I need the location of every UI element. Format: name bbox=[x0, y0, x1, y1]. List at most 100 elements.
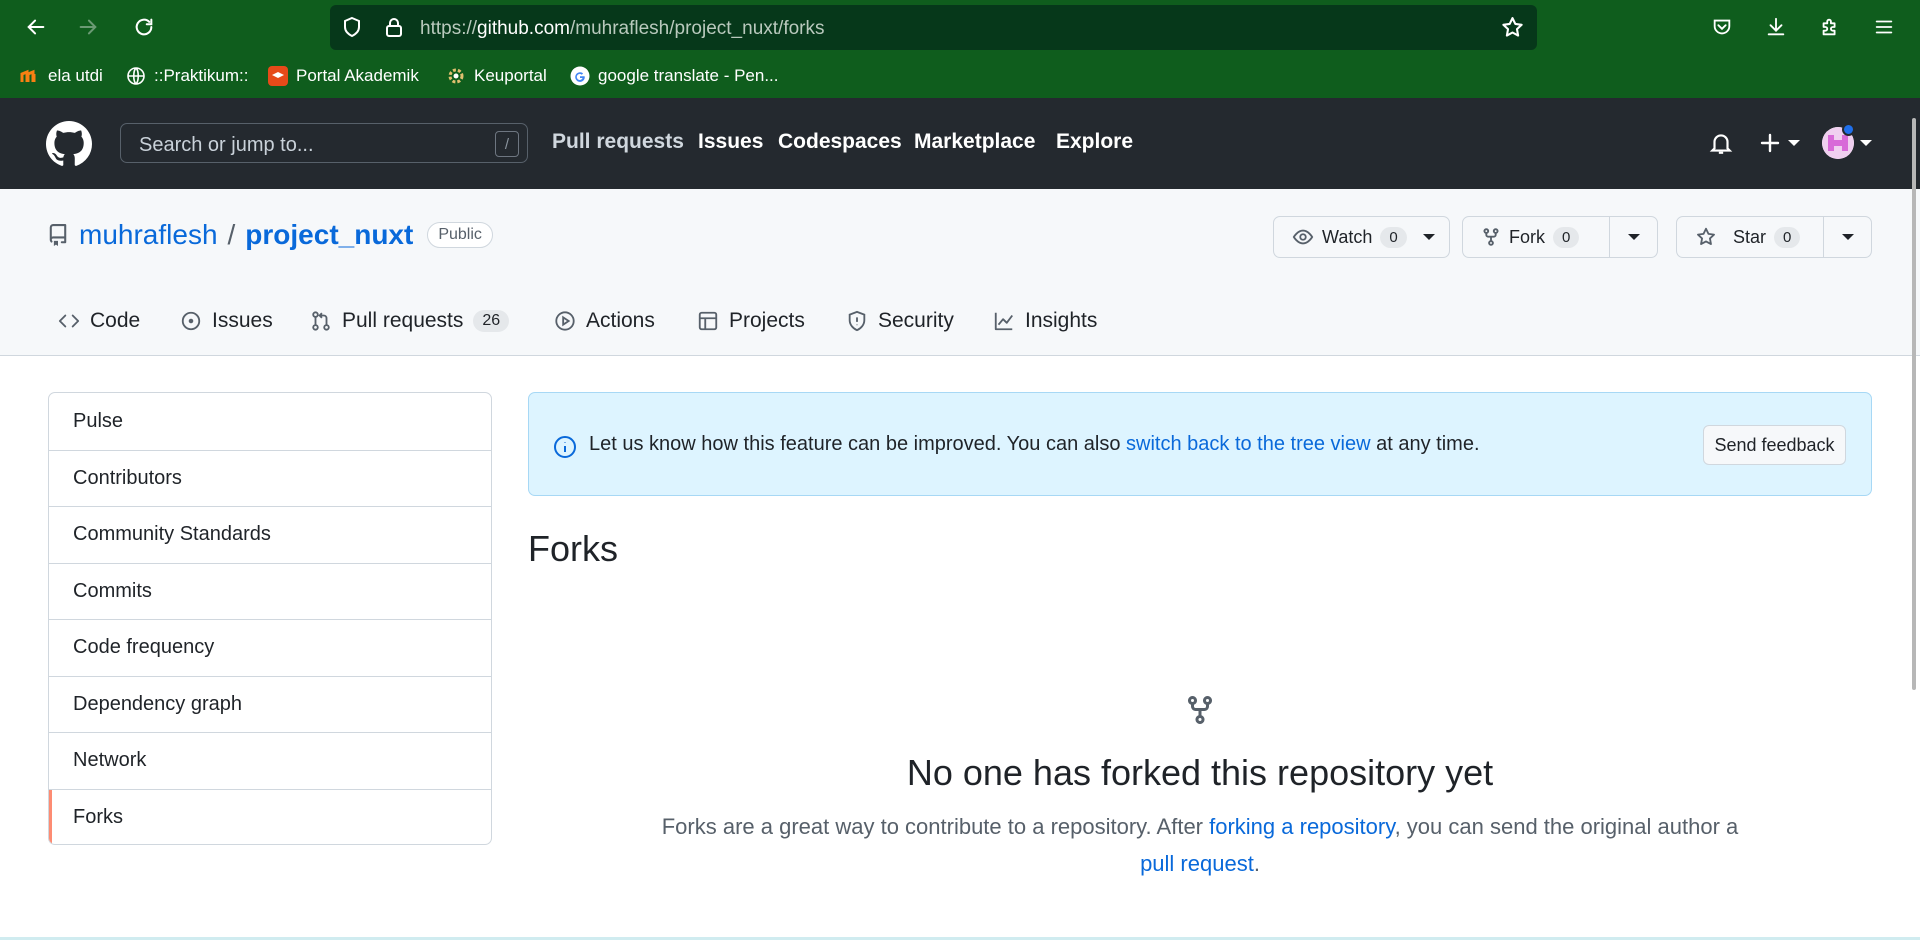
pull-request-count: 26 bbox=[473, 310, 510, 332]
send-feedback-button[interactable]: Send feedback bbox=[1703, 425, 1846, 465]
tree-view-link[interactable]: switch back to the tree view bbox=[1126, 433, 1371, 455]
info-icon bbox=[554, 436, 576, 458]
gear-icon bbox=[446, 66, 466, 86]
sidebar-item-contributors[interactable]: Contributors bbox=[49, 449, 491, 507]
sidebar-item-forks[interactable]: Forks bbox=[49, 788, 491, 844]
star-count: 0 bbox=[1774, 226, 1801, 248]
chevron-down-icon bbox=[1422, 234, 1435, 240]
tab-code[interactable]: Code bbox=[58, 306, 140, 336]
watch-button[interactable]: Watch 0 bbox=[1274, 217, 1441, 257]
lock-icon bbox=[386, 18, 402, 37]
tab-pull-requests[interactable]: Pull requests 26 bbox=[310, 306, 510, 336]
url-text: https://github.com/muhraflesh/project_nu… bbox=[420, 18, 825, 39]
chevron-down-icon bbox=[1860, 140, 1872, 146]
visibility-badge: Public bbox=[427, 222, 493, 248]
repo-name-link[interactable]: project_nuxt bbox=[245, 219, 413, 251]
notifications-button[interactable] bbox=[1708, 125, 1734, 161]
fork-count: 0 bbox=[1553, 226, 1580, 248]
bookmark-google-translate[interactable]: google translate - Pen... bbox=[570, 65, 779, 87]
forward-arrow-icon bbox=[79, 19, 97, 35]
table-icon bbox=[698, 311, 718, 331]
repo-separator: / bbox=[227, 219, 236, 250]
nav-codespaces[interactable]: Codespaces bbox=[778, 130, 902, 154]
fork-dropdown-button[interactable] bbox=[1609, 217, 1657, 257]
menu-button[interactable] bbox=[1868, 11, 1900, 43]
star-button[interactable]: Star 0 bbox=[1677, 217, 1823, 257]
search-input[interactable]: Search or jump to... / bbox=[120, 123, 528, 163]
fork-icon bbox=[1188, 696, 1212, 725]
chevron-down-icon bbox=[1788, 140, 1800, 146]
issue-icon bbox=[181, 311, 201, 331]
page-title: Forks bbox=[528, 528, 618, 569]
fork-button-group: Fork 0 bbox=[1462, 216, 1658, 258]
pocket-icon bbox=[1713, 19, 1731, 35]
forward-button[interactable] bbox=[72, 11, 104, 43]
tab-actions[interactable]: Actions bbox=[554, 306, 655, 336]
feedback-message: Let us know how this feature can be impr… bbox=[589, 433, 1480, 455]
bookmarks-bar: ela utdi ::Praktikum:: Portal Akademik K… bbox=[0, 54, 1920, 98]
nav-marketplace[interactable]: Marketplace bbox=[914, 130, 1035, 154]
notification-dot bbox=[1842, 123, 1855, 136]
browser-toolbar: https://github.com/muhraflesh/project_nu… bbox=[0, 0, 1920, 54]
reload-button[interactable] bbox=[128, 11, 160, 43]
google-icon bbox=[570, 66, 590, 86]
repo-title: muhraflesh / project_nuxt Public bbox=[47, 219, 493, 251]
fork-icon bbox=[1483, 228, 1499, 246]
globe-icon bbox=[126, 66, 146, 86]
empty-state-description: Forks are a great way to contribute to a… bbox=[661, 814, 1739, 876]
nav-explore[interactable]: Explore bbox=[1056, 130, 1133, 154]
tracking-shield-icon bbox=[344, 16, 360, 38]
feedback-banner: Let us know how this feature can be impr… bbox=[528, 392, 1872, 496]
url-bar[interactable]: https://github.com/muhraflesh/project_nu… bbox=[330, 5, 1537, 50]
empty-state-title: No one has forked this repository yet bbox=[906, 752, 1494, 793]
downloads-button[interactable] bbox=[1760, 11, 1792, 43]
chevron-down-icon bbox=[1841, 234, 1854, 240]
search-shortcut-key: / bbox=[495, 131, 519, 157]
tab-issues[interactable]: Issues bbox=[180, 306, 273, 336]
download-icon bbox=[1767, 17, 1785, 36]
bookmark-star-icon[interactable] bbox=[1500, 15, 1525, 40]
sidebar-item-dependency-graph[interactable]: Dependency graph bbox=[49, 675, 491, 733]
page-scrollbar[interactable] bbox=[1912, 118, 1916, 690]
tab-insights[interactable]: Insights bbox=[993, 306, 1097, 336]
tab-projects[interactable]: Projects bbox=[697, 306, 805, 336]
star-dropdown-button[interactable] bbox=[1823, 217, 1871, 257]
repo-icon bbox=[49, 224, 67, 246]
insights-sidebar: Pulse Contributors Community Standards C… bbox=[48, 392, 492, 845]
sidebar-item-community-standards[interactable]: Community Standards bbox=[49, 506, 491, 563]
watch-count: 0 bbox=[1380, 226, 1407, 248]
nav-issues[interactable]: Issues bbox=[698, 130, 763, 154]
sidebar-item-pulse[interactable]: Pulse bbox=[49, 393, 491, 450]
portal-icon bbox=[268, 66, 288, 86]
back-button[interactable] bbox=[20, 11, 52, 43]
sidebar-item-commits[interactable]: Commits bbox=[49, 562, 491, 620]
sidebar-item-network[interactable]: Network bbox=[49, 732, 491, 789]
user-menu-button[interactable] bbox=[1822, 123, 1872, 161]
pull-request-link[interactable]: pull request bbox=[1140, 851, 1254, 876]
github-logo-icon[interactable] bbox=[46, 121, 92, 167]
create-new-button[interactable] bbox=[1758, 125, 1800, 161]
chevron-down-icon bbox=[1627, 234, 1640, 240]
puzzle-icon bbox=[1822, 18, 1836, 36]
bookmark-portal-akademik[interactable]: Portal Akademik bbox=[268, 65, 419, 87]
plus-icon bbox=[1760, 133, 1780, 153]
graph-icon bbox=[994, 312, 1013, 331]
eye-icon bbox=[1292, 229, 1314, 245]
bookmark-keuportal[interactable]: Keuportal bbox=[446, 65, 547, 87]
extensions-button[interactable] bbox=[1814, 11, 1846, 43]
tab-security[interactable]: Security bbox=[846, 306, 954, 336]
nav-pull-requests[interactable]: Pull requests bbox=[552, 130, 684, 154]
back-arrow-icon bbox=[27, 19, 45, 35]
bookmark-ela-utdi[interactable]: ela utdi bbox=[20, 65, 103, 87]
watch-button-group: Watch 0 bbox=[1273, 216, 1450, 258]
sidebar-item-code-frequency[interactable]: Code frequency bbox=[49, 619, 491, 676]
repo-owner-link[interactable]: muhraflesh bbox=[79, 219, 218, 251]
star-icon bbox=[1697, 227, 1715, 245]
moodle-icon bbox=[20, 66, 40, 86]
bell-icon bbox=[1709, 134, 1733, 154]
bookmark-praktikum[interactable]: ::Praktikum:: bbox=[126, 65, 248, 87]
code-icon bbox=[58, 314, 80, 328]
pocket-button[interactable] bbox=[1706, 11, 1738, 43]
fork-button[interactable]: Fork 0 bbox=[1463, 217, 1609, 257]
forking-repository-link[interactable]: forking a repository bbox=[1209, 814, 1394, 839]
